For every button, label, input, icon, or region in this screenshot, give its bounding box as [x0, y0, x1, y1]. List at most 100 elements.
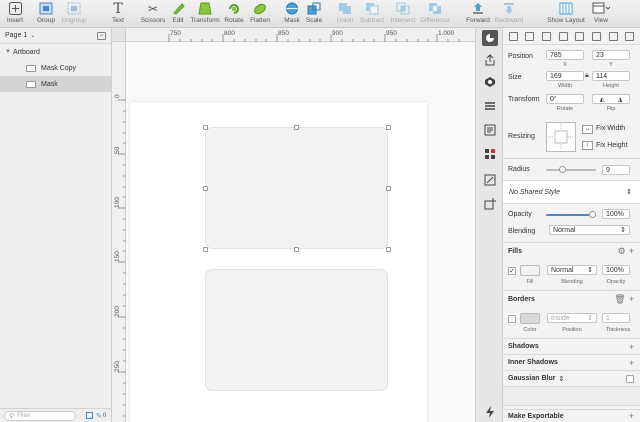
- resize-handle[interactable]: [386, 125, 391, 130]
- share-icon[interactable]: [482, 52, 498, 68]
- gaussian-blur-label[interactable]: Gaussian Blur: [508, 375, 555, 382]
- resize-handle[interactable]: [294, 125, 299, 130]
- border-position-select[interactable]: Inside ⇕: [547, 313, 597, 323]
- opacity-slider-knob[interactable]: [589, 211, 596, 218]
- radius-slider[interactable]: [546, 166, 596, 173]
- view-button[interactable]: View: [586, 1, 616, 25]
- rotate-label: Rotate: [556, 106, 574, 112]
- align-top-icon[interactable]: [558, 31, 568, 41]
- resizing-label: Resizing: [508, 133, 535, 140]
- distribute-vertical-icon[interactable]: [625, 31, 635, 41]
- x-field[interactable]: 785: [546, 50, 584, 60]
- blur-checkbox[interactable]: [626, 374, 634, 383]
- lightning-icon[interactable]: [482, 404, 498, 420]
- add-shadow-icon[interactable]: +: [629, 342, 634, 352]
- ruler-vertical: 0 50 100 150 200 250: [112, 42, 126, 422]
- align-left-icon[interactable]: [508, 31, 518, 41]
- align-bottom-icon[interactable]: [591, 31, 601, 41]
- transform-icon: [190, 1, 220, 16]
- show-layout-button[interactable]: Show Layout: [547, 1, 585, 25]
- view-icon: [586, 1, 616, 16]
- filter-input[interactable]: ⚲ Filter: [4, 410, 76, 421]
- toolbar: Insert Group Ungroup T Text ✂ Scissors Edi…: [0, 0, 640, 28]
- text-button[interactable]: T Text: [103, 1, 133, 25]
- disclosure-triangle-icon[interactable]: ▼: [3, 49, 13, 55]
- chevron-updown-icon: ⇕: [587, 267, 593, 274]
- shadows-label: Shadows: [508, 343, 539, 350]
- chevron-updown-icon[interactable]: ⇕: [558, 375, 564, 383]
- artboard[interactable]: [130, 102, 427, 422]
- backward-button[interactable]: Backward: [494, 1, 524, 25]
- y-field[interactable]: 23: [592, 50, 630, 60]
- crop-icon[interactable]: [482, 172, 498, 188]
- gear-icon[interactable]: ⚙: [618, 246, 626, 257]
- opacity-label: Opacity: [508, 211, 532, 218]
- radius-field[interactable]: 9: [602, 165, 630, 175]
- fill-opacity-field[interactable]: 100%: [602, 265, 630, 275]
- resize-handle[interactable]: [203, 247, 208, 252]
- opacity-col-label: Opacity: [606, 279, 626, 285]
- toggle-pages-icon[interactable]: −: [97, 31, 106, 40]
- y-label: Y: [609, 62, 613, 68]
- border-thickness-field[interactable]: 1: [602, 313, 630, 323]
- page-selector[interactable]: Page 1 ⌄ −: [0, 28, 111, 44]
- flip-vertical-icon[interactable]: ◮: [618, 96, 623, 103]
- resize-handle[interactable]: [203, 186, 208, 191]
- resize-handle[interactable]: [386, 186, 391, 191]
- add-export-icon[interactable]: +: [629, 411, 634, 421]
- fills-label: Fills: [508, 247, 523, 255]
- fill-blend-select[interactable]: Normal ⇕: [547, 265, 597, 275]
- ungroup-button[interactable]: Ungroup: [59, 1, 89, 25]
- border-color-swatch[interactable]: [520, 313, 540, 324]
- canvas[interactable]: 750 800 850 900 950 1.000 0 50 100 150 2…: [112, 28, 475, 422]
- add-image-icon[interactable]: [482, 196, 498, 212]
- add-fill-icon[interactable]: +: [629, 246, 634, 256]
- width-field[interactable]: 169: [546, 71, 584, 81]
- opacity-slider[interactable]: [546, 211, 596, 218]
- layer-label: Artboard: [13, 48, 40, 56]
- slice-icon[interactable]: [86, 412, 93, 419]
- fix-width-icon[interactable]: ↔: [582, 125, 593, 134]
- add-border-icon[interactable]: +: [629, 294, 634, 304]
- align-right-icon[interactable]: [542, 31, 552, 41]
- flip-horizontal-icon[interactable]: ◭: [600, 96, 605, 103]
- scale-icon: [299, 1, 329, 16]
- mask-shape-selected[interactable]: [205, 127, 388, 249]
- radius-slider-knob[interactable]: [559, 166, 566, 173]
- difference-button[interactable]: Difference: [420, 1, 450, 25]
- resizing-widget[interactable]: [546, 122, 576, 152]
- fill-color-swatch[interactable]: [520, 265, 540, 276]
- text-style-icon[interactable]: [482, 122, 498, 138]
- layers-stack-icon[interactable]: [482, 98, 498, 114]
- border-checkbox[interactable]: [508, 315, 516, 323]
- trash-icon[interactable]: 🗑︎: [614, 294, 625, 305]
- difference-icon: [420, 1, 450, 16]
- rotate-field[interactable]: 0°: [546, 94, 584, 104]
- add-inner-shadow-icon[interactable]: +: [629, 358, 634, 368]
- resize-handle[interactable]: [386, 247, 391, 252]
- fix-height-icon[interactable]: ↕: [582, 141, 593, 150]
- blending-select[interactable]: Normal ⇕: [549, 225, 630, 235]
- flip-control[interactable]: ◭ ◮: [592, 94, 630, 104]
- layer-mask[interactable]: Mask: [0, 76, 111, 92]
- align-middle-icon[interactable]: [575, 31, 585, 41]
- align-center-icon[interactable]: [525, 31, 535, 41]
- chevron-updown-icon: ⇕: [587, 315, 593, 322]
- shared-style-value: No Shared Style: [509, 188, 560, 196]
- shared-style-select[interactable]: No Shared Style ⇕: [503, 180, 640, 204]
- lock-icon[interactable]: 🔒︎: [585, 72, 589, 80]
- height-field[interactable]: 114: [592, 71, 630, 81]
- opacity-field[interactable]: 100%: [602, 209, 630, 219]
- resize-handle[interactable]: [294, 247, 299, 252]
- resize-handle[interactable]: [203, 125, 208, 130]
- components-icon[interactable]: [482, 146, 498, 162]
- layer-label: Mask: [41, 80, 58, 88]
- mask-copy-shape[interactable]: [205, 269, 388, 391]
- layer-mask-copy[interactable]: Mask Copy: [0, 60, 111, 76]
- style-inspector-icon[interactable]: [482, 30, 498, 46]
- fill-checkbox[interactable]: ✓: [508, 267, 516, 275]
- distribute-horizontal-icon[interactable]: [608, 31, 618, 41]
- symbol-icon[interactable]: [482, 74, 498, 90]
- layer-artboard[interactable]: ▼ Artboard: [0, 44, 111, 60]
- pencil-icon[interactable]: ✎: [96, 412, 102, 420]
